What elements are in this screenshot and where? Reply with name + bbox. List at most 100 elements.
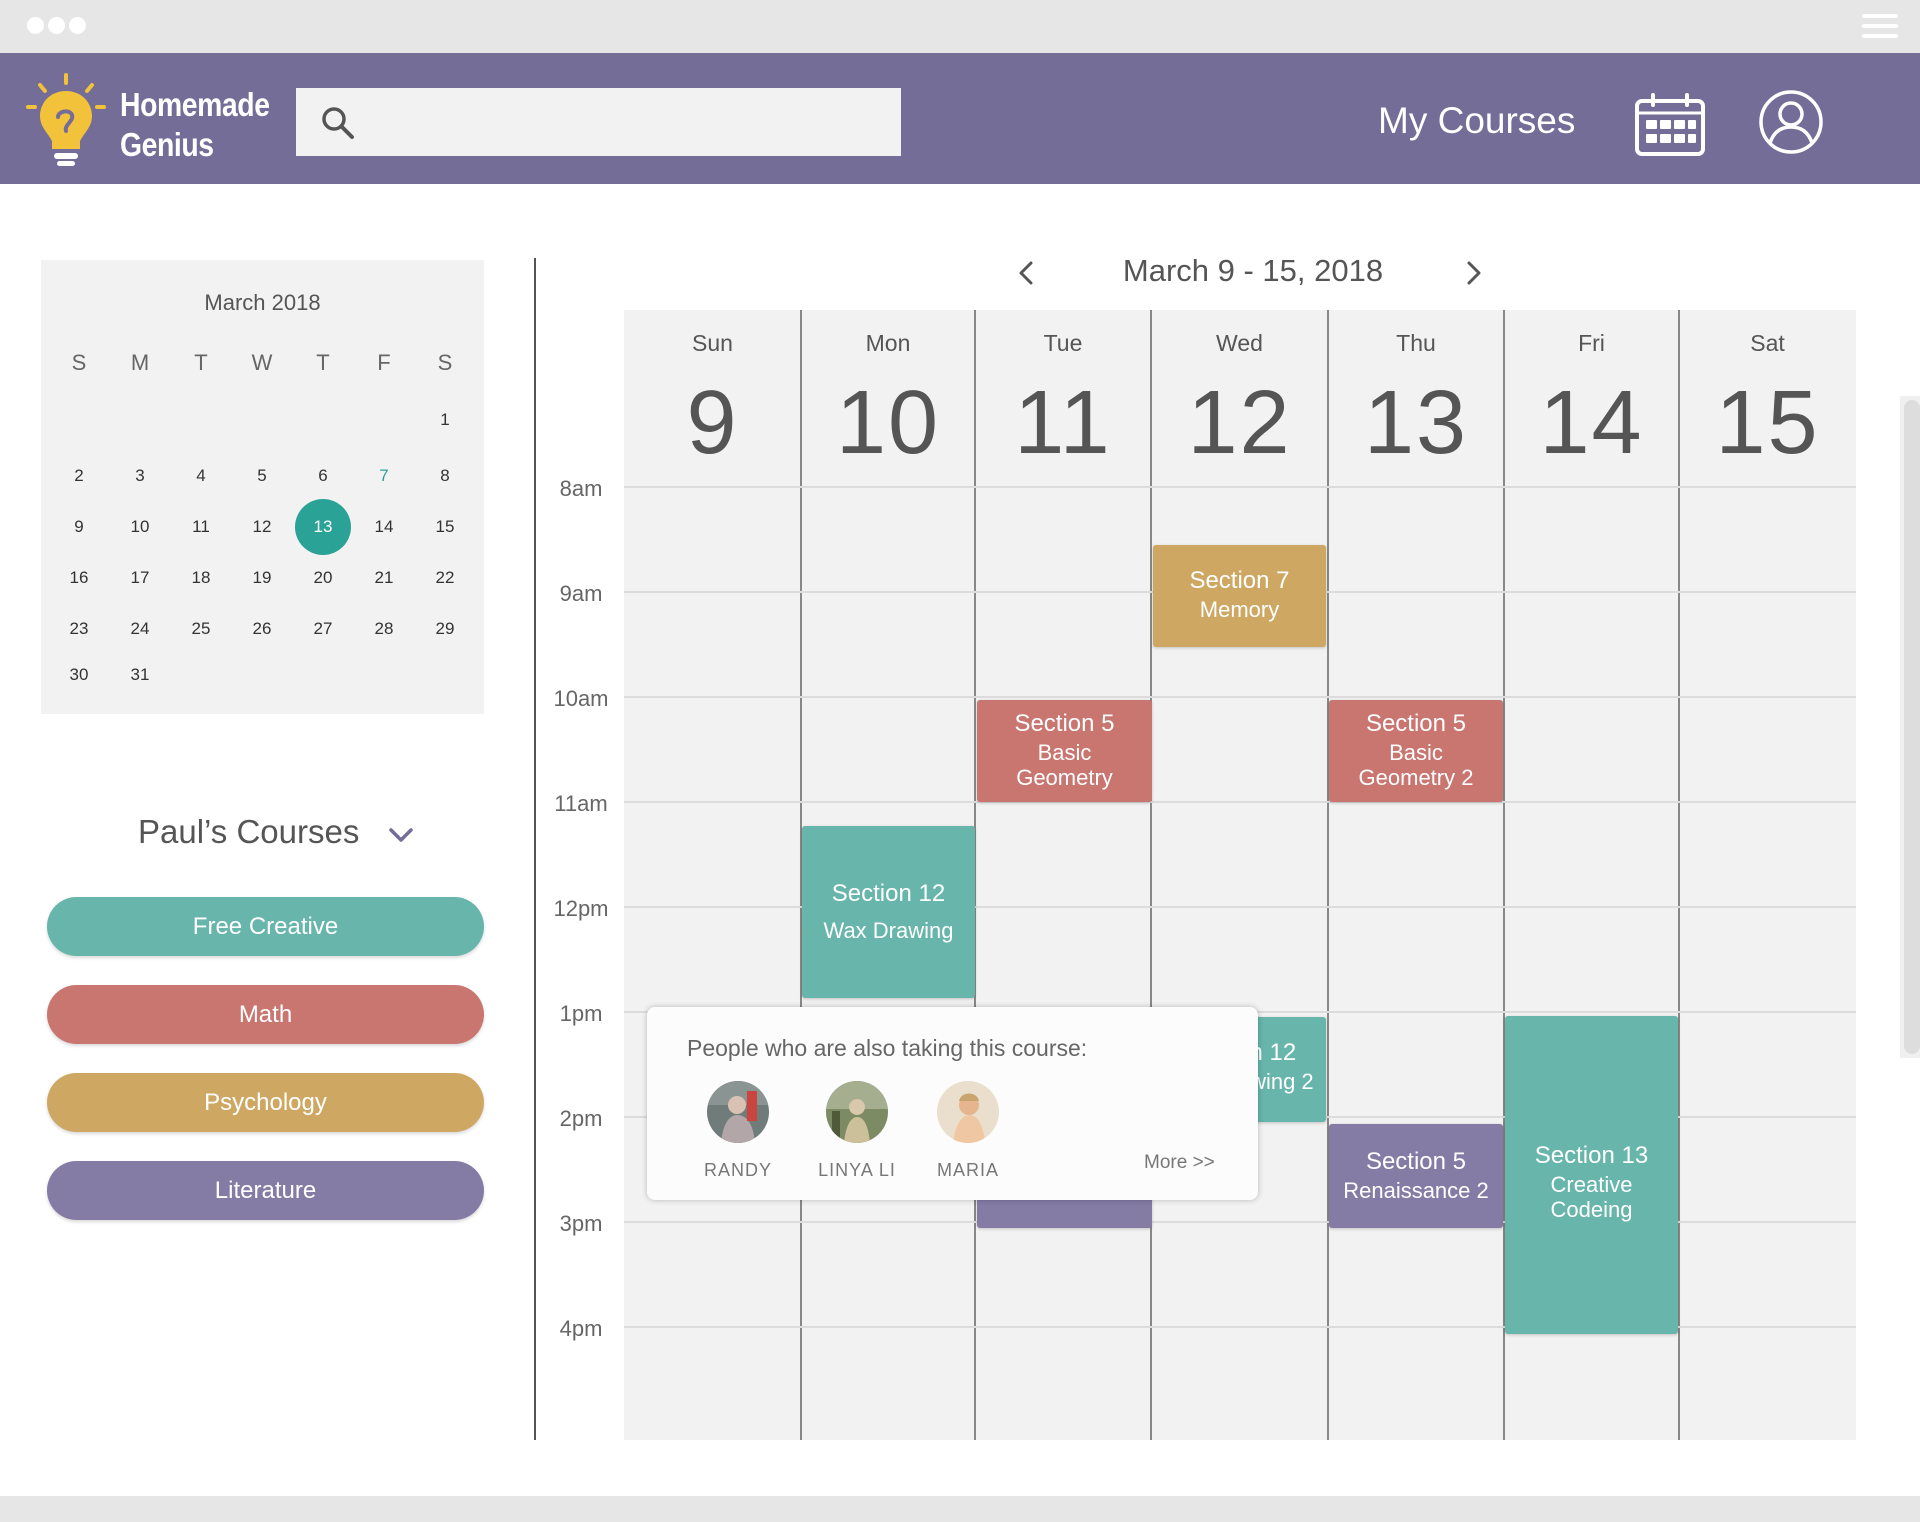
event-subtitle: Memory (1199, 597, 1280, 622)
week-range-title: March 9 - 15, 2018 (1122, 253, 1384, 288)
classmate-linya[interactable]: LINYA LI (797, 1081, 917, 1181)
calendar-day[interactable]: 4 (173, 448, 229, 504)
calendar-day[interactable]: 11 (173, 499, 229, 555)
day-number-label[interactable]: 11 (976, 372, 1150, 475)
weekday-header: M (130, 350, 150, 375)
calendar-day[interactable]: 18 (173, 550, 229, 606)
classmates-popup: People who are also taking this course: … (647, 1007, 1258, 1200)
event-subtitle: Basic (1037, 740, 1092, 765)
chevron-left-icon[interactable] (1016, 258, 1036, 288)
event-title: Section 7 (1189, 567, 1290, 594)
calendar-day[interactable]: 9 (51, 499, 107, 555)
window-dot-icon[interactable] (27, 17, 44, 34)
lightbulb-icon (26, 73, 106, 166)
event-section13-creative-codeing[interactable]: Section 13 Creative Codeing (1505, 1016, 1678, 1334)
event-subtitle-line2: Geometry 2 (1358, 765, 1474, 790)
day-name-label: Thu (1396, 330, 1436, 356)
classmate-maria[interactable]: MARIA (908, 1081, 1028, 1181)
window-dot-icon[interactable] (69, 17, 86, 34)
day-number-label[interactable]: 14 (1505, 372, 1679, 475)
course-math-button[interactable]: Math (47, 985, 484, 1044)
calendar-day[interactable]: 12 (234, 499, 290, 555)
course-literature-button[interactable]: Literature (47, 1161, 484, 1220)
calendar-day[interactable]: 2 (51, 448, 107, 504)
weekday-header: S (71, 350, 87, 375)
day-column-divider (1150, 310, 1152, 1440)
day-number-label[interactable]: 12 (1153, 372, 1327, 475)
calendar-day[interactable]: 5 (234, 448, 290, 504)
user-profile-icon[interactable] (1758, 89, 1824, 155)
calendar-day[interactable]: 17 (112, 550, 168, 606)
calendar-day[interactable]: 1 (417, 392, 473, 448)
day-name-label: Mon (865, 330, 911, 356)
event-subtitle: Creative (1550, 1172, 1633, 1197)
calendar-day[interactable]: 22 (417, 550, 473, 606)
more-classmates-link[interactable]: More >> (1144, 1152, 1215, 1174)
day-name-label: Fri (1578, 330, 1605, 356)
calendar-day[interactable]: 10 (112, 499, 168, 555)
day-number-label[interactable]: 13 (1329, 372, 1503, 475)
calendar-day[interactable]: 13 (295, 499, 351, 555)
chevron-right-icon[interactable] (1464, 258, 1484, 288)
calendar-day[interactable]: 14 (356, 499, 412, 555)
calendar-day[interactable]: 25 (173, 601, 229, 657)
app-window: Homemade Genius My Courses March 2018 S … (0, 0, 1920, 1522)
day-number-label[interactable]: 10 (801, 372, 975, 475)
brand-logo[interactable]: Homemade Genius (24, 71, 294, 167)
event-subtitle: Basic (1389, 740, 1443, 765)
calendar-day[interactable]: 29 (417, 601, 473, 657)
time-label: 2pm (559, 1106, 603, 1131)
calendar-day[interactable]: 27 (295, 601, 351, 657)
avatar (937, 1081, 999, 1143)
course-psychology-button[interactable]: Psychology (47, 1073, 484, 1132)
calendar-day[interactable]: 20 (295, 550, 351, 606)
scrollbar-thumb[interactable] (1904, 400, 1920, 1054)
courses-dropdown-title[interactable]: Paul’s Courses (138, 813, 359, 851)
window-dot-icon[interactable] (48, 17, 65, 34)
weekday-header: T (316, 350, 330, 375)
calendar-day[interactable]: 8 (417, 448, 473, 504)
time-label: 1pm (559, 1001, 603, 1026)
chevron-down-icon[interactable] (388, 825, 414, 845)
calendar-day[interactable]: 7 (356, 448, 412, 504)
calendar-day[interactable]: 31 (112, 647, 168, 703)
calendar-day[interactable]: 28 (356, 601, 412, 657)
time-label: 10am (553, 686, 609, 711)
calendar-day[interactable]: 19 (234, 550, 290, 606)
event-section12-wax-drawing[interactable]: Section 12 Wax Drawing (802, 826, 975, 998)
calendar-day[interactable]: 30 (51, 647, 107, 703)
course-free-creative-button[interactable]: Free Creative (47, 897, 484, 956)
day-name-label: Wed (1216, 330, 1263, 356)
hour-gridline (624, 801, 1856, 803)
day-number-label[interactable]: 9 (626, 372, 800, 475)
my-courses-link[interactable]: My Courses (1378, 101, 1575, 141)
calendar-day[interactable]: 26 (234, 601, 290, 657)
person-name: LINYA LI (818, 1160, 896, 1180)
calendar-day[interactable]: 16 (51, 550, 107, 606)
brand-name-line1: Homemade (120, 86, 270, 123)
person-name: RANDY (703, 1160, 772, 1180)
weekday-header: S (437, 350, 453, 375)
calendar-day[interactable]: 21 (356, 550, 412, 606)
calendar-day[interactable]: 6 (295, 448, 351, 504)
day-column-divider (1327, 310, 1329, 1440)
calendar-day[interactable]: 15 (417, 499, 473, 555)
calendar-day[interactable]: 3 (112, 448, 168, 504)
event-section7-memory[interactable]: Section 7 Memory (1153, 545, 1326, 647)
event-section5-renaissance-2[interactable]: Section 5 Renaissance 2 (1329, 1124, 1503, 1228)
calendar-icon[interactable] (1634, 93, 1706, 157)
event-section5-basic-geometry-2[interactable]: Section 5 Basic Geometry 2 (1329, 700, 1503, 802)
classmate-randy[interactable]: RANDY (678, 1081, 798, 1181)
event-subtitle: Wax Drawing (823, 918, 954, 943)
day-name-label: Sun (692, 330, 733, 356)
avatar (826, 1081, 888, 1143)
search-icon[interactable] (320, 105, 356, 141)
time-label: 11am (554, 791, 608, 816)
event-title: Section 13 (1534, 1142, 1649, 1169)
event-section5-basic-geometry[interactable]: Section 5 Basic Geometry (977, 700, 1152, 802)
day-column-divider (1678, 310, 1680, 1440)
day-number-label[interactable]: 15 (1681, 372, 1855, 475)
hamburger-menu-icon[interactable] (1862, 14, 1898, 38)
search-input[interactable] (372, 88, 892, 156)
search-box[interactable] (296, 88, 901, 156)
